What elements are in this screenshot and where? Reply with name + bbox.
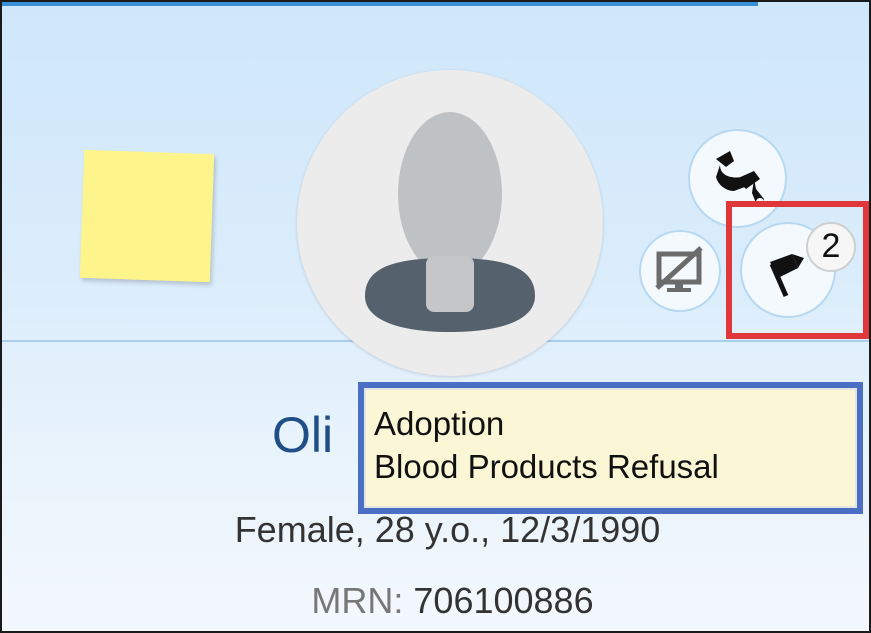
flag-tooltip: Adoption Blood Products Refusal — [358, 382, 863, 514]
flag-highlight-box — [726, 201, 869, 339]
mrn-label: MRN: — [311, 580, 404, 621]
top-accent-bar — [2, 2, 758, 6]
patient-avatar[interactable] — [297, 70, 603, 376]
tooltip-item-blood-products-refusal: Blood Products Refusal — [374, 448, 719, 485]
patient-header-panel: 2 Oli Female, 28 y.o., 12/3/1990 MRN: 70… — [0, 0, 871, 633]
monitor-glyph — [655, 246, 703, 292]
sticky-note-icon[interactable] — [79, 149, 215, 283]
patient-name: Oli — [272, 407, 334, 463]
monitor-disabled-icon[interactable] — [639, 230, 721, 312]
mrn-value: 706100886 — [413, 580, 594, 621]
patient-demographics: Female, 28 y.o., 12/3/1990 — [234, 509, 661, 550]
avatar-placeholder-icon — [365, 112, 535, 332]
patient-mrn: MRN: 706100886 — [2, 580, 869, 622]
tooltip-item-adoption: Adoption — [374, 405, 505, 442]
